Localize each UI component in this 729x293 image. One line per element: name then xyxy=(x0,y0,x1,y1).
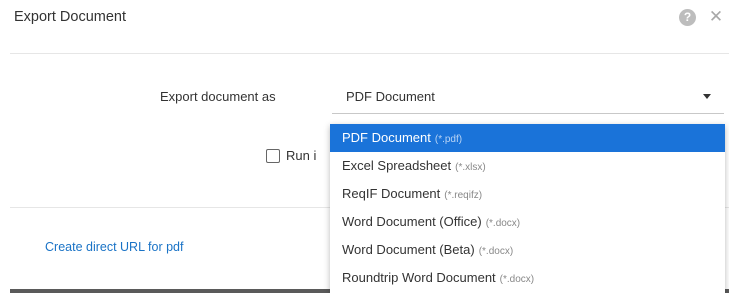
export-format-dropdown: PDF Document (*.pdf) Excel Spreadsheet (*.… xyxy=(330,124,725,293)
dropdown-item-ext: (*.pdf) xyxy=(434,134,463,145)
dropdown-item-reqif[interactable]: ReqIF Document (*.reqifz) xyxy=(330,180,725,208)
run-checkbox-label: Run i xyxy=(286,148,317,163)
dropdown-item-label: Excel Spreadsheet xyxy=(342,158,452,173)
dropdown-item-ext: (*.docx) xyxy=(499,274,535,285)
export-format-value: PDF Document xyxy=(346,89,435,104)
dropdown-item-roundtrip-word[interactable]: Roundtrip Word Document (*.docx) xyxy=(330,264,725,292)
dropdown-item-ext: (*.reqifz) xyxy=(444,190,483,201)
dropdown-item-label: Word Document (Office) xyxy=(342,214,482,229)
dialog-title: Export Document xyxy=(14,9,127,25)
dropdown-item-word-office[interactable]: Word Document (Office) (*.docx) xyxy=(330,208,725,236)
dropdown-item-label: Word Document (Beta) xyxy=(342,242,475,257)
help-icon[interactable]: ? xyxy=(679,9,696,26)
dropdown-item-label: ReqIF Document xyxy=(342,186,441,201)
export-format-select[interactable]: PDF Document xyxy=(332,80,724,114)
caret-down-icon xyxy=(703,94,711,99)
dropdown-item-excel[interactable]: Excel Spreadsheet (*.xlsx) xyxy=(330,152,725,180)
close-icon[interactable]: ✕ xyxy=(708,7,724,27)
dropdown-item-ext: (*.docx) xyxy=(478,246,514,257)
dropdown-item-label: Roundtrip Word Document xyxy=(342,270,496,285)
run-checkbox[interactable] xyxy=(266,149,280,163)
create-url-link[interactable]: Create direct URL for pdf xyxy=(45,240,183,254)
dropdown-item-pdf[interactable]: PDF Document (*.pdf) xyxy=(330,124,725,152)
export-dialog: Export Document ? ✕ Export document as P… xyxy=(0,0,729,293)
dropdown-item-word-beta[interactable]: Word Document (Beta) (*.docx) xyxy=(330,236,725,264)
dropdown-item-label: PDF Document xyxy=(342,130,431,145)
dropdown-item-ext: (*.docx) xyxy=(485,218,521,229)
export-format-label: Export document as xyxy=(160,89,276,104)
dropdown-item-ext: (*.xlsx) xyxy=(455,162,486,173)
header-divider xyxy=(10,53,729,54)
